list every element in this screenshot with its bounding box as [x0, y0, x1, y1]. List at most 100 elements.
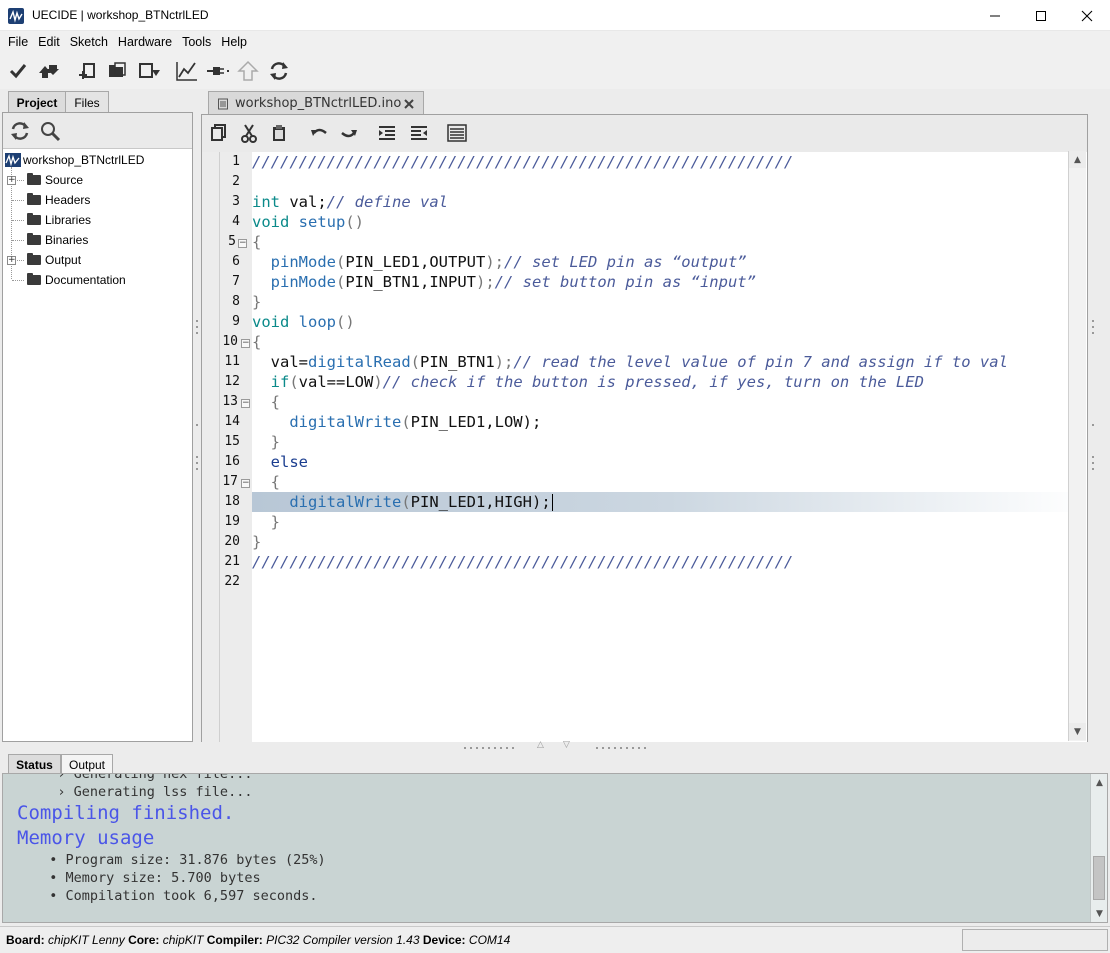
serial-plotter-button[interactable] — [174, 59, 200, 83]
code-keyword: void — [252, 313, 290, 331]
minimize-button[interactable] — [972, 0, 1018, 31]
fold-toggle[interactable]: − — [238, 239, 247, 248]
line-number: 21 — [224, 554, 240, 569]
main-toolbar — [0, 53, 1110, 89]
code-editor[interactable]: ////////////////////////////////////////… — [252, 152, 1087, 742]
scroll-down-arrow-icon[interactable]: ▼ — [1069, 723, 1086, 740]
folder-icon — [27, 173, 41, 185]
close-tab-icon[interactable] — [404, 98, 415, 109]
save-icon — [139, 63, 160, 78]
right-splitter[interactable] — [1088, 112, 1108, 742]
tree-root[interactable]: workshop_BTNctrlLED — [5, 151, 144, 169]
tree-item-source[interactable]: Source — [27, 171, 83, 189]
indent-button[interactable] — [374, 121, 400, 145]
refresh-button[interactable] — [266, 59, 292, 83]
code-function: loop — [289, 313, 336, 331]
bottom-splitter[interactable]: △ ▽ — [0, 740, 1110, 754]
project-panel: workshop_BTNctrlLED + Source Headers Lib… — [2, 112, 193, 742]
outdent-button[interactable] — [406, 121, 432, 145]
collapse-up-icon[interactable]: △ — [537, 740, 544, 750]
undo-button[interactable] — [306, 121, 332, 145]
serial-plotter-icon — [176, 62, 197, 81]
maximize-button[interactable] — [1018, 0, 1064, 31]
editor-toolbar — [202, 115, 1087, 151]
menu-sketch[interactable]: Sketch — [65, 35, 113, 49]
fold-toggle[interactable]: − — [241, 339, 250, 348]
scroll-down-arrow-icon[interactable]: ▼ — [1091, 905, 1107, 922]
collapse-down-icon[interactable]: ▽ — [563, 740, 570, 750]
serial-connect-button[interactable] — [205, 59, 231, 83]
console-scroll-thumb[interactable] — [1093, 856, 1105, 900]
window-title: UECIDE | workshop_BTNctrlLED — [32, 8, 209, 22]
tree-item-libraries[interactable]: Libraries — [27, 211, 91, 229]
tab-output[interactable]: Output — [61, 754, 113, 774]
code-punct: } — [252, 533, 262, 551]
refresh-project-button[interactable] — [7, 119, 33, 143]
tree-item-documentation[interactable]: Documentation — [27, 271, 126, 289]
save-button[interactable] — [136, 59, 162, 83]
code-punct: ); — [522, 413, 542, 431]
editor-scrollbar[interactable]: ▲ ▼ — [1068, 151, 1086, 741]
outdent-icon — [411, 126, 427, 140]
tab-status[interactable]: Status — [8, 754, 61, 774]
status-text: Board: chipKIT Lenny Core: chipKIT Compi… — [6, 933, 510, 947]
code-function: digitalWrite — [252, 413, 402, 431]
tree-item-output[interactable]: Output — [27, 251, 81, 269]
new-file-button[interactable] — [74, 59, 100, 83]
open-button[interactable] — [105, 59, 131, 83]
close-button[interactable] — [1064, 0, 1110, 31]
code-punct: ); — [494, 353, 514, 371]
redo-button[interactable] — [336, 121, 362, 145]
code-punct: ( — [336, 273, 346, 291]
cut-button[interactable] — [236, 121, 262, 145]
title-bar: UECIDE | workshop_BTNctrlLED — [0, 0, 1110, 31]
console-scrollbar[interactable]: ▲ ▼ — [1090, 774, 1107, 922]
expand-output-toggle[interactable]: + — [7, 256, 16, 265]
expand-source-toggle[interactable]: + — [7, 176, 16, 185]
menu-file[interactable]: File — [3, 35, 33, 49]
compiler-label: Compiler: — [206, 933, 263, 947]
folder-icon — [27, 193, 41, 205]
scroll-up-arrow-icon[interactable]: ▲ — [1069, 151, 1086, 168]
comment-block-button[interactable] — [444, 121, 470, 145]
tree-item-headers[interactable]: Headers — [27, 191, 90, 209]
folder-icon — [27, 273, 41, 285]
code-keyword: void — [252, 213, 290, 231]
tab-project[interactable]: Project — [8, 91, 66, 113]
app-logo-icon — [8, 8, 24, 24]
compile-check-icon — [9, 64, 27, 79]
compile-button[interactable] — [5, 59, 31, 83]
upload-button[interactable] — [35, 59, 61, 83]
menu-edit[interactable]: Edit — [33, 35, 65, 49]
menu-tools[interactable]: Tools — [177, 35, 216, 49]
fold-toggle[interactable]: − — [241, 479, 250, 488]
menu-hardware[interactable]: Hardware — [113, 35, 177, 49]
code-text: PIN_BTN1 — [420, 353, 495, 371]
search-icon — [41, 122, 61, 142]
line-number: 1 — [232, 154, 240, 169]
upload-network-icon — [237, 60, 259, 81]
project-tree: workshop_BTNctrlLED + Source Headers Lib… — [3, 149, 192, 741]
paste-icon — [273, 125, 285, 141]
refresh-icon — [11, 122, 29, 140]
console-line: › Generating lss file... — [33, 784, 253, 800]
tab-sketch-file[interactable]: workshop_BTNctrlLED.ino — [208, 91, 424, 115]
code-keyword: if — [252, 373, 290, 391]
code-punct: } — [252, 433, 280, 451]
sketch-icon — [5, 153, 21, 167]
board-value: chipKIT Lenny — [44, 933, 129, 947]
copy-button[interactable] — [206, 121, 232, 145]
status-progress-box — [962, 929, 1108, 951]
code-comment: // read the level value of pin 7 and ass… — [513, 353, 1008, 371]
tree-item-label: Output — [45, 253, 82, 267]
code-punct: { — [252, 473, 280, 491]
search-project-button[interactable] — [37, 119, 63, 143]
scroll-up-arrow-icon[interactable]: ▲ — [1091, 774, 1107, 791]
paste-button[interactable] — [266, 121, 292, 145]
upload-network-button[interactable] — [235, 59, 261, 83]
tree-item-binaries[interactable]: Binaries — [27, 231, 88, 249]
fold-toggle[interactable]: − — [241, 399, 250, 408]
tab-files[interactable]: Files — [65, 91, 109, 113]
menu-help[interactable]: Help — [216, 35, 252, 49]
line-number: 12 — [224, 374, 240, 389]
